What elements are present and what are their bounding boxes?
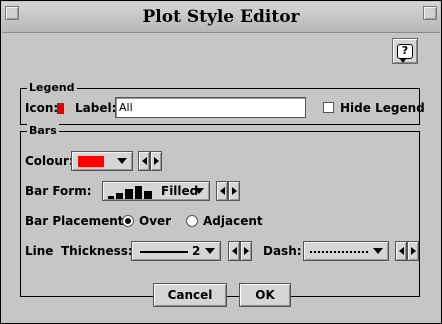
bar-form-combo[interactable]: Filled	[102, 181, 210, 201]
colour-stepper[interactable]	[138, 151, 162, 171]
bar-form-value: Filled	[161, 184, 199, 198]
help-button[interactable]: ?	[392, 38, 418, 64]
line-label: Line	[25, 244, 54, 258]
arrow-left-icon	[220, 187, 225, 195]
help-icon: ?	[397, 43, 413, 63]
arrow-right-icon	[232, 187, 237, 195]
bar-form-label: Bar Form:	[25, 184, 92, 198]
arrow-right-icon	[411, 247, 416, 255]
ok-button[interactable]: OK	[239, 283, 291, 307]
colour-label: Colour:	[25, 154, 74, 168]
arrow-right-icon	[244, 247, 249, 255]
dash-next-button[interactable]	[407, 241, 419, 261]
bars-group: Bars Colour: Bar Form: Filled Bar Placem…	[20, 124, 420, 297]
window-close-button[interactable]	[423, 6, 437, 20]
hide-legend-label: Hide Legend	[340, 101, 425, 115]
dialog-content: ? Legend Icon: Label: All Hide Legend Ba…	[2, 34, 440, 323]
colour-combo[interactable]	[71, 151, 133, 171]
window-title: Plot Style Editor	[142, 7, 300, 27]
bar-form-next-button[interactable]	[228, 181, 240, 201]
dash-line-sample	[310, 251, 368, 253]
arrow-left-icon	[142, 157, 147, 165]
cancel-button[interactable]: Cancel	[153, 283, 227, 307]
bars-group-title: Bars	[27, 124, 59, 137]
hide-legend-checkbox[interactable]	[323, 102, 334, 113]
bar-form-icon	[108, 185, 158, 199]
colour-prev-button[interactable]	[138, 151, 150, 171]
thickness-next-button[interactable]	[240, 241, 252, 261]
colour-swatch	[78, 156, 104, 167]
bar-form-stepper[interactable]	[216, 181, 240, 201]
placement-over-radio[interactable]	[122, 215, 134, 227]
label-label: Label:	[75, 101, 117, 115]
thickness-line-sample	[140, 251, 188, 253]
legend-icon-swatch	[57, 103, 64, 114]
chevron-down-icon	[373, 248, 383, 254]
bar-placement-label: Bar Placement:	[25, 214, 129, 228]
thickness-label: Thickness:	[61, 244, 133, 258]
placement-adjacent-radio[interactable]	[186, 215, 198, 227]
thickness-stepper[interactable]	[228, 241, 252, 261]
bar-form-prev-button[interactable]	[216, 181, 228, 201]
dash-combo[interactable]	[303, 241, 389, 261]
thickness-value: 2	[192, 244, 201, 258]
legend-group-title: Legend	[27, 81, 77, 94]
arrow-left-icon	[232, 247, 237, 255]
placement-over-label: Over	[139, 214, 172, 228]
dash-stepper[interactable]	[395, 241, 419, 261]
colour-next-button[interactable]	[150, 151, 162, 171]
arrow-left-icon	[399, 247, 404, 255]
chevron-down-icon	[194, 188, 204, 194]
chevron-down-icon	[205, 248, 215, 254]
plot-style-editor-window: Plot Style Editor ? Legend Icon: Label: …	[0, 0, 442, 324]
title-bar[interactable]: Plot Style Editor	[2, 2, 440, 33]
thickness-combo[interactable]: 2	[131, 241, 221, 261]
arrow-right-icon	[154, 157, 159, 165]
chevron-down-icon	[117, 158, 127, 164]
legend-label-input[interactable]: All	[115, 97, 306, 118]
icon-label: Icon:	[25, 101, 59, 115]
placement-adjacent-label: Adjacent	[203, 214, 263, 228]
thickness-prev-button[interactable]	[228, 241, 240, 261]
legend-group: Legend Icon: Label: All Hide Legend	[20, 81, 425, 125]
dash-label: Dash:	[263, 244, 302, 258]
dash-prev-button[interactable]	[395, 241, 407, 261]
